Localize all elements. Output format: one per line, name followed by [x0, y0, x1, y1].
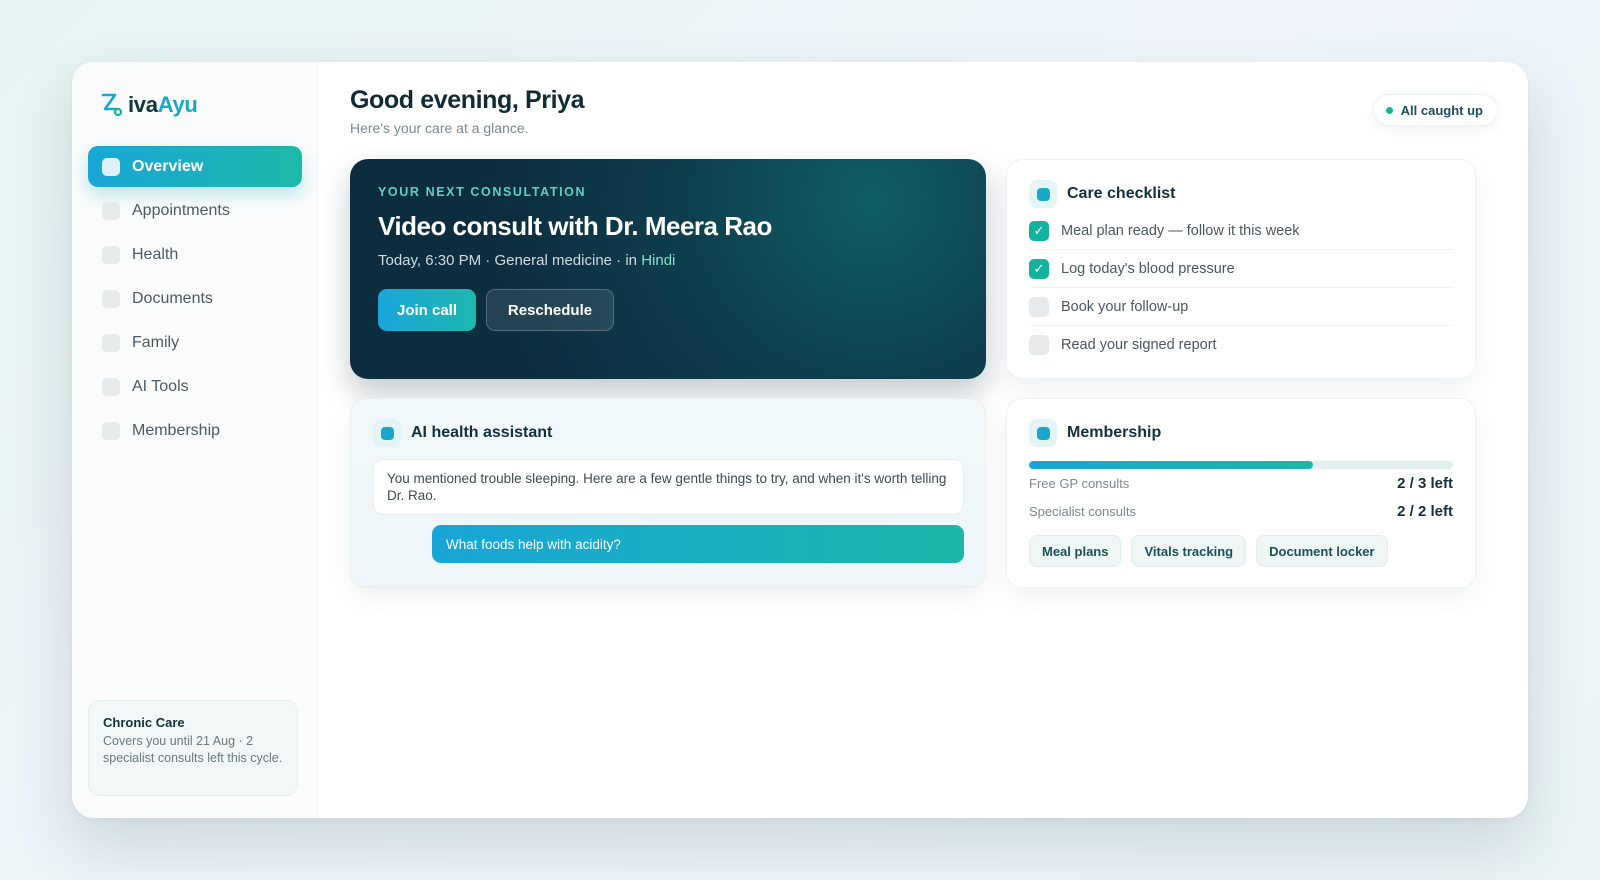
join-call-button[interactable]: Join call	[378, 289, 476, 331]
stat-label: Free GP consults	[1029, 475, 1130, 491]
documents-icon	[102, 289, 120, 308]
membership-progress-fill	[1029, 461, 1314, 469]
plan-summary[interactable]: Chronic Care Covers you until 21 Aug · 2…	[88, 700, 298, 796]
perk-chips: Meal plans Vitals tracking Document lock…	[1029, 535, 1453, 567]
checklist-item-label: Log today's blood pressure	[1061, 260, 1235, 277]
sidebar-item-ai-tools[interactable]: AI Tools	[88, 366, 302, 407]
page-title: Good evening, Priya	[350, 86, 585, 114]
user-message[interactable]: What foods help with acidity?	[432, 525, 964, 563]
next-consultation-card: YOUR NEXT CONSULTATION Video consult wit…	[350, 159, 986, 379]
brand-name: ivaAyu	[128, 92, 198, 117]
health-icon	[102, 245, 120, 264]
assistant-message: You mentioned trouble sleeping. Here are…	[373, 459, 964, 515]
membership-card-icon	[1029, 419, 1057, 447]
status-label: All caught up	[1400, 102, 1483, 118]
sidebar-nav: Overview Appointments Health Documents F…	[88, 146, 302, 454]
membership-icon	[102, 421, 120, 440]
consult-eyebrow: YOUR NEXT CONSULTATION	[378, 185, 587, 199]
stat-row: Specialist consults 2 / 2 left	[1029, 497, 1453, 525]
care-checklist-card: Care checklist ✓ Meal plan ready — follo…	[1006, 159, 1476, 379]
membership-progress	[1029, 461, 1453, 469]
sidebar-item-label: Documents	[132, 289, 213, 307]
stat-value: 2 / 3 left	[1397, 474, 1453, 492]
plan-title: Chronic Care	[103, 715, 185, 730]
checklist-item[interactable]: ✓ Meal plan ready — follow it this week	[1029, 212, 1453, 250]
appointments-icon	[102, 201, 120, 220]
assistant-header: AI health assistant	[373, 419, 963, 447]
checked-checkbox-icon[interactable]: ✓	[1029, 220, 1049, 241]
checklist-icon	[1029, 180, 1057, 208]
stat-row: Free GP consults 2 / 3 left	[1029, 469, 1453, 497]
sidebar-item-label: Appointments	[132, 201, 230, 219]
membership-title: Membership	[1067, 424, 1162, 441]
sidebar-item-appointments[interactable]: Appointments	[88, 190, 302, 231]
checklist-item[interactable]: Read your signed report	[1029, 326, 1453, 364]
sidebar-item-overview[interactable]: Overview	[88, 146, 302, 187]
logo-icon	[101, 93, 122, 117]
consult-title: Video consult with Dr. Meera Rao	[378, 211, 772, 241]
checklist-item[interactable]: Book your follow-up	[1029, 288, 1453, 326]
sidebar-item-documents[interactable]: Documents	[88, 278, 302, 319]
brand-logo[interactable]: ivaAyu	[100, 92, 198, 118]
ai-tools-icon	[102, 377, 120, 396]
stat-label: Specialist consults	[1029, 503, 1136, 519]
checked-checkbox-icon[interactable]: ✓	[1029, 258, 1049, 279]
sidebar-item-health[interactable]: Health	[88, 234, 302, 275]
checklist-item-label: Book your follow-up	[1061, 298, 1189, 315]
consult-actions: Join call Reschedule	[378, 289, 958, 331]
checklist-header: Care checklist	[1029, 180, 1453, 208]
perk-chip-meal-plans[interactable]: Meal plans	[1029, 535, 1122, 567]
checklist-item-label: Meal plan ready — follow it this week	[1061, 222, 1300, 239]
consult-meta-text: Today, 6:30 PM · General medicine · in	[378, 252, 642, 269]
app-window: ivaAyu Overview Appointments Health Docu…	[72, 62, 1528, 818]
status-dot-icon	[1385, 106, 1393, 114]
assistant-title: AI health assistant	[411, 424, 553, 441]
sidebar-item-label: Health	[132, 245, 179, 263]
assistant-icon	[373, 419, 401, 447]
sidebar-item-label: Family	[132, 333, 180, 351]
unchecked-checkbox-icon[interactable]	[1029, 335, 1049, 355]
perk-chip-document-locker[interactable]: Document locker	[1256, 535, 1388, 567]
checklist-items: ✓ Meal plan ready — follow it this week …	[1029, 212, 1453, 364]
membership-card: Membership Free GP consults 2 / 3 left S…	[1006, 398, 1476, 588]
sidebar-item-label: Membership	[132, 421, 221, 439]
plan-description: Covers you until 21 Aug · 2 specialist c…	[103, 734, 283, 765]
sidebar-item-family[interactable]: Family	[88, 322, 302, 363]
overview-icon	[102, 157, 120, 176]
consult-language: Hindi	[641, 252, 676, 269]
checklist-item-label: Read your signed report	[1061, 337, 1217, 353]
unchecked-checkbox-icon[interactable]	[1029, 296, 1049, 317]
status-badge[interactable]: All caught up	[1372, 94, 1498, 126]
membership-header: Membership	[1029, 419, 1453, 447]
sidebar-item-membership[interactable]: Membership	[88, 410, 302, 451]
checklist-title: Care checklist	[1067, 185, 1176, 202]
sidebar-item-label: Overview	[132, 157, 204, 175]
reschedule-button[interactable]: Reschedule	[486, 289, 614, 331]
page-subtitle: Here's your care at a glance.	[350, 120, 529, 136]
stat-value: 2 / 2 left	[1397, 502, 1453, 520]
sidebar: ivaAyu Overview Appointments Health Docu…	[72, 62, 318, 818]
family-icon	[102, 333, 120, 352]
ai-assistant-card: AI health assistant You mentioned troubl…	[350, 398, 986, 588]
checklist-item[interactable]: ✓ Log today's blood pressure	[1029, 250, 1453, 288]
sidebar-item-label: AI Tools	[132, 377, 189, 395]
consult-meta: Today, 6:30 PM · General medicine · in H…	[378, 252, 958, 269]
perk-chip-vitals-tracking[interactable]: Vitals tracking	[1131, 535, 1247, 567]
